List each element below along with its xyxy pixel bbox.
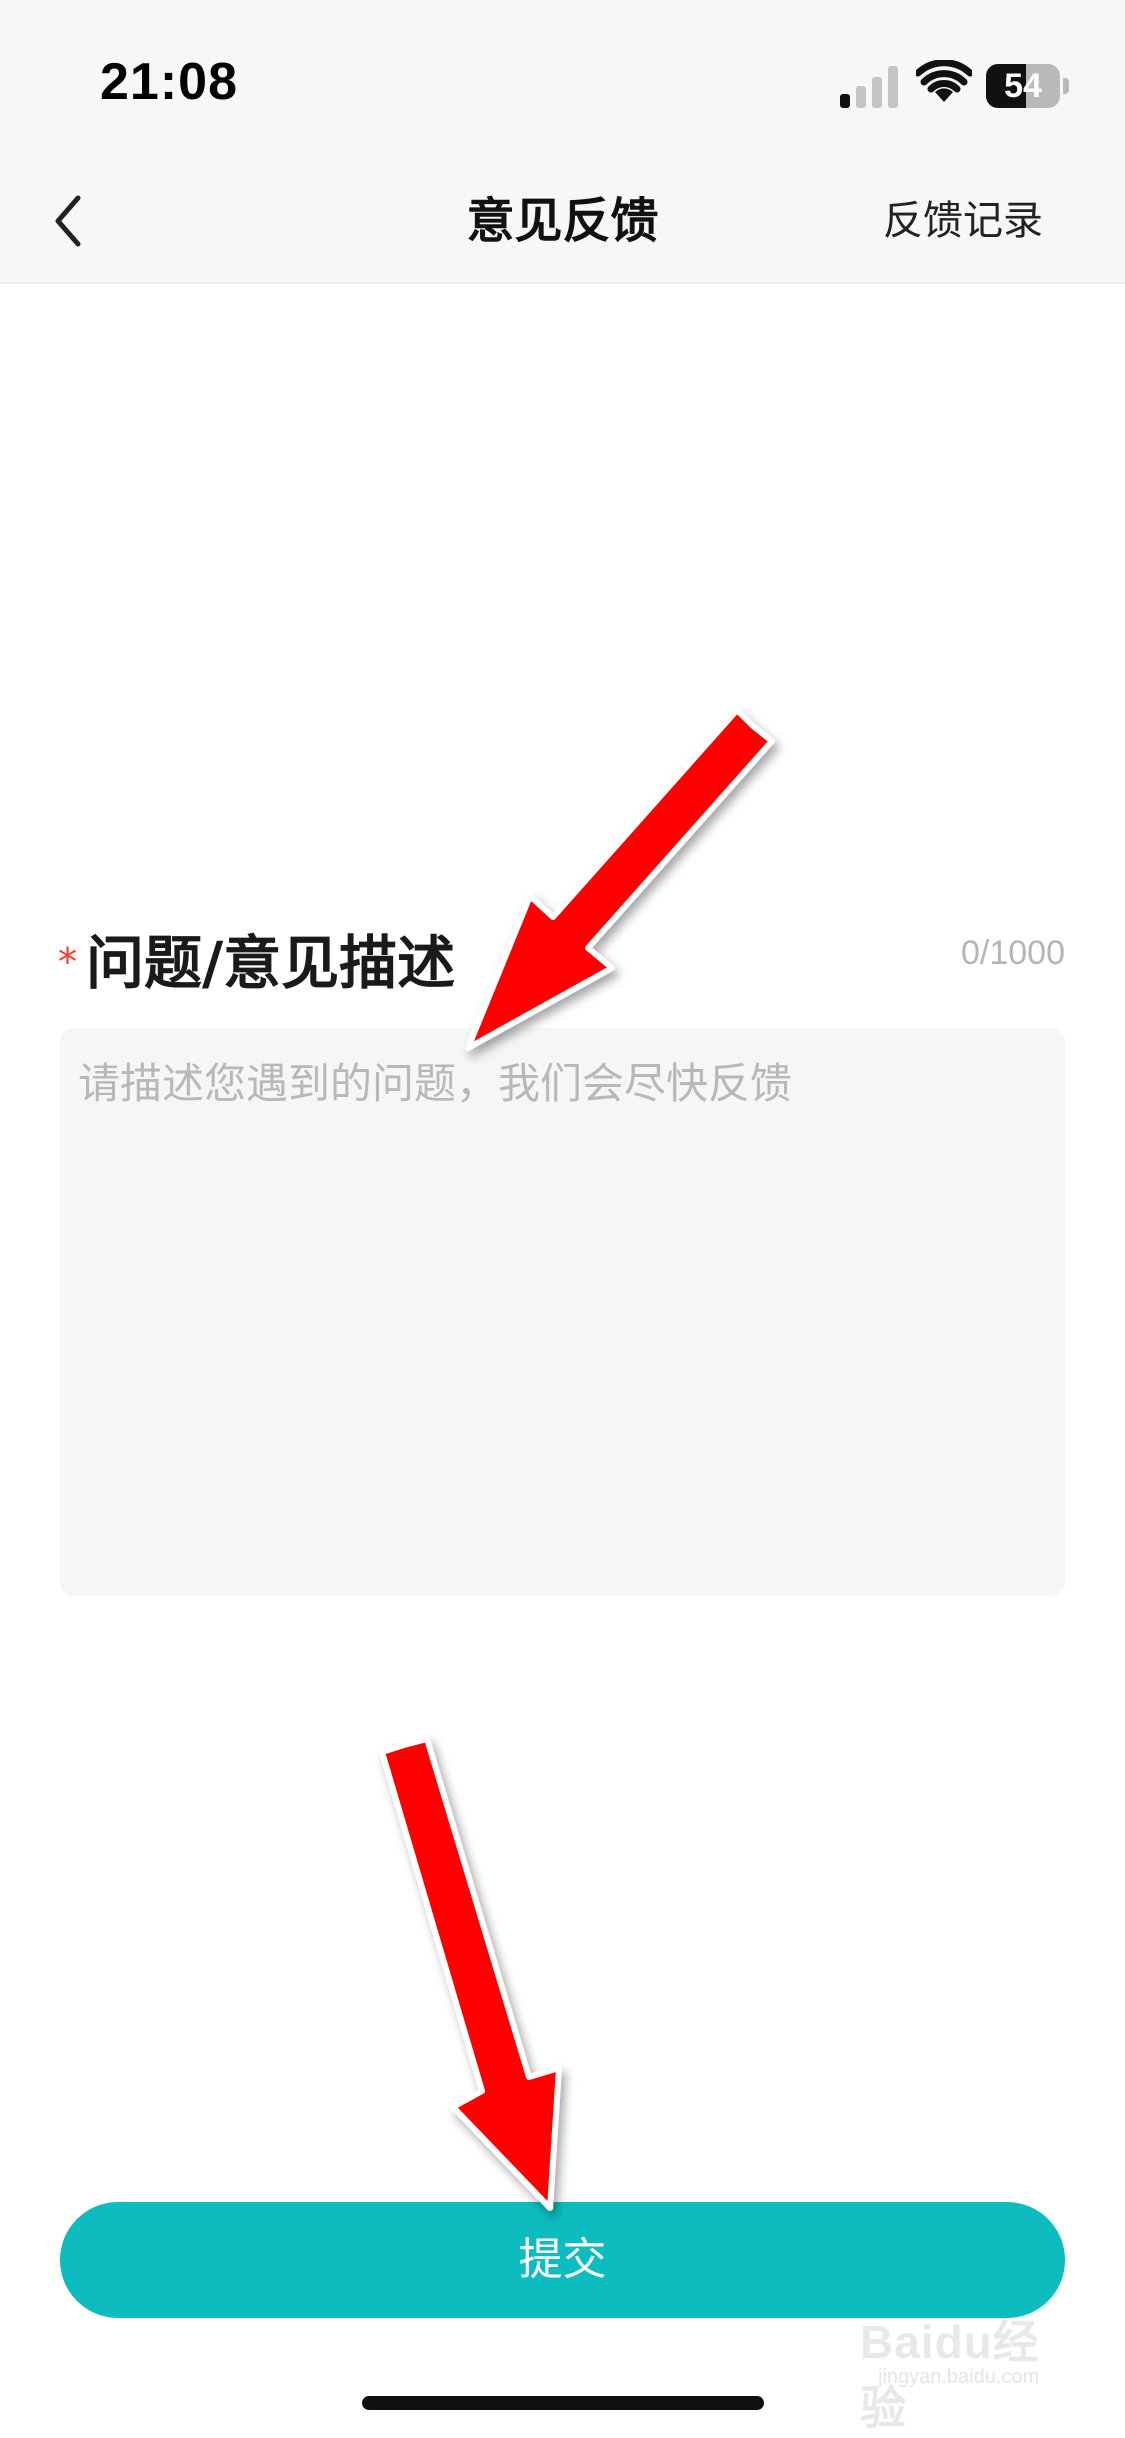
char-counter: 0/1000 <box>961 934 1065 972</box>
status-time: 21:08 <box>100 53 238 111</box>
required-mark: * <box>58 940 77 984</box>
section-title: 问题/意见描述 <box>86 929 456 997</box>
battery-level: 54 <box>1004 67 1042 105</box>
arrow-to-textarea <box>465 707 775 1051</box>
baidu-watermark: Baidu经验 jingyan.baidu.com <box>860 2300 1080 2434</box>
signal-icon <box>840 66 898 108</box>
chevron-left-icon[interactable] <box>44 186 92 256</box>
feedback-history-link[interactable]: 反馈记录 <box>883 160 1043 282</box>
battery-body: 54 <box>986 64 1060 108</box>
watermark-domain: jingyan.baidu.com <box>878 2366 1040 2388</box>
wifi-icon <box>916 60 972 102</box>
battery-icon: 54 <box>986 64 1070 108</box>
nav-bar: 意见反馈 反馈记录 <box>0 160 1125 284</box>
arrow-to-submit <box>379 1736 562 2211</box>
battery-tip <box>1063 78 1069 94</box>
feedback-textarea[interactable] <box>60 1028 1065 1596</box>
home-indicator <box>362 2396 764 2410</box>
status-bar: 21:08 54 <box>0 0 1125 160</box>
